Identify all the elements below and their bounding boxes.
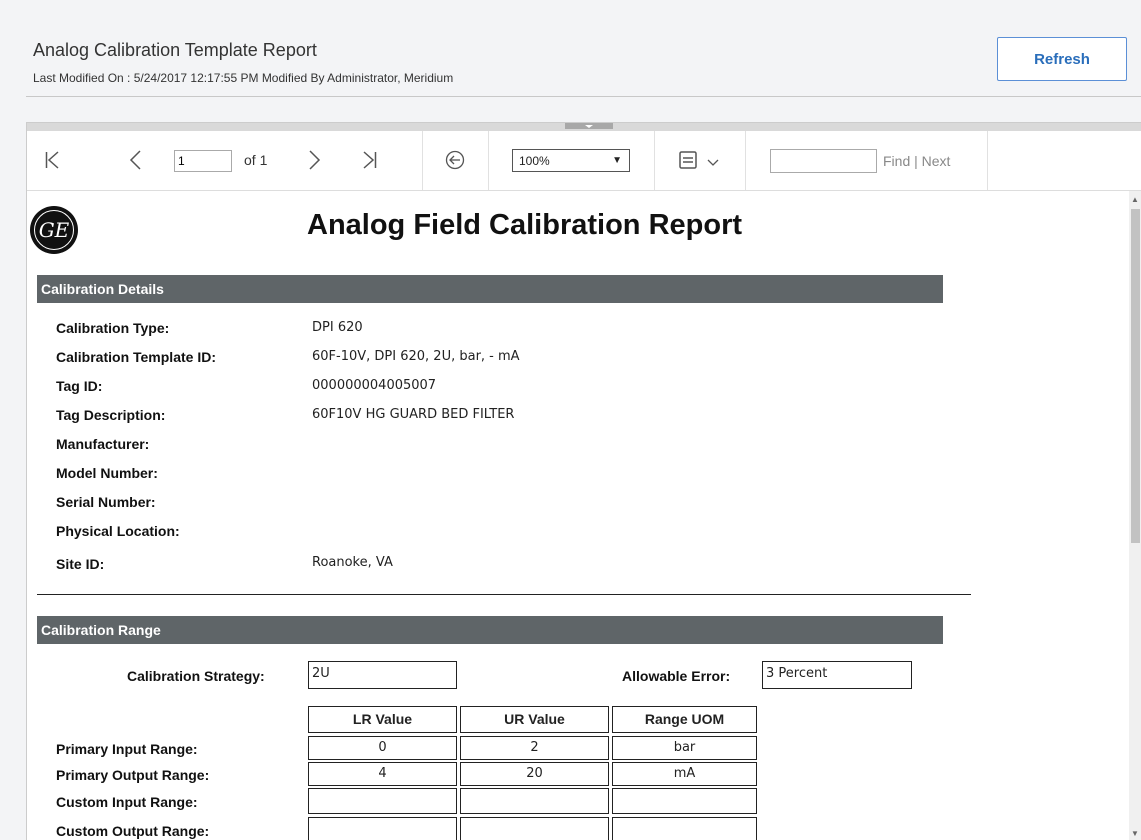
detail-label: Manufacturer: — [56, 436, 150, 452]
refresh-button[interactable]: Refresh — [997, 37, 1127, 81]
allowable-error-value: 3 Percent — [762, 661, 912, 689]
column-header: UR Value — [460, 706, 609, 733]
find-link[interactable]: Find — [883, 153, 910, 169]
detail-label: Physical Location: — [56, 523, 180, 539]
find-separator: | — [914, 153, 918, 169]
dropdown-arrow-icon: ▼ — [612, 155, 622, 166]
detail-label: Site ID: — [56, 556, 105, 572]
toolbar-separator — [422, 131, 423, 190]
range-row-label: Custom Input Range: — [56, 794, 198, 810]
range-cell — [308, 817, 457, 840]
range-cell: 20 — [460, 762, 609, 786]
section-header-calibration-range: Calibration Range — [37, 616, 943, 644]
detail-value: 000000004005007 — [312, 378, 437, 393]
range-row-label: Primary Output Range: — [56, 767, 210, 783]
page-count-label: of 1 — [244, 152, 268, 168]
zoom-select[interactable]: 100% ▼ — [512, 149, 630, 172]
previous-page-icon[interactable] — [129, 150, 141, 170]
back-to-parent-icon[interactable] — [445, 150, 465, 170]
zoom-value: 100% — [519, 154, 550, 168]
calibration-strategy-label: Calibration Strategy: — [127, 668, 265, 684]
scrollbar-thumb[interactable] — [1131, 209, 1140, 543]
scroll-up-icon[interactable]: ▲ — [1131, 195, 1139, 204]
page-header: Analog Calibration Template Report Last … — [0, 0, 1141, 98]
column-header: LR Value — [308, 706, 457, 733]
range-cell — [460, 817, 609, 840]
range-cell — [460, 788, 609, 814]
toolbar-collapse-handle[interactable] — [565, 123, 613, 129]
chevron-down-icon[interactable] — [707, 159, 719, 167]
range-cell — [612, 817, 757, 840]
detail-value: DPI 620 — [312, 320, 363, 335]
last-page-icon[interactable] — [363, 151, 377, 169]
page-number-input[interactable] — [174, 150, 232, 172]
report-title: Analog Field Calibration Report — [307, 209, 743, 241]
detail-label: Tag Description: — [56, 407, 166, 423]
range-cell: 4 — [308, 762, 457, 786]
detail-label: Tag ID: — [56, 378, 103, 394]
ge-logo: GE — [30, 206, 78, 254]
last-modified-text: Last Modified On : 5/24/2017 12:17:55 PM… — [33, 71, 454, 85]
scroll-down-icon[interactable]: ▼ — [1131, 829, 1139, 838]
report-toolbar: of 1 100% ▼ Find — [27, 131, 1141, 191]
page-title: Analog Calibration Template Report — [33, 40, 317, 60]
next-page-icon[interactable] — [309, 150, 321, 170]
section-divider — [37, 594, 971, 595]
detail-label: Calibration Type: — [56, 320, 170, 336]
detail-value: Roanoke, VA — [312, 555, 393, 570]
detail-label: Serial Number: — [56, 494, 156, 510]
next-link[interactable]: Next — [922, 153, 951, 169]
range-cell: 2 — [460, 736, 609, 760]
detail-value: 60F-10V, DPI 620, 2U, bar, - mA — [312, 349, 520, 364]
section-header-calibration-details: Calibration Details — [37, 275, 943, 303]
toolbar-separator — [745, 131, 746, 190]
range-cell — [612, 788, 757, 814]
first-page-icon[interactable] — [45, 151, 59, 169]
find-input[interactable] — [770, 149, 877, 173]
header-divider — [26, 96, 1141, 97]
detail-label: Calibration Template ID: — [56, 349, 216, 365]
range-row-label: Primary Input Range: — [56, 741, 198, 757]
range-cell: bar — [612, 736, 757, 760]
toolbar-separator — [488, 131, 489, 190]
range-cell: mA — [612, 762, 757, 786]
report-viewer: of 1 100% ▼ Find — [26, 122, 1141, 840]
detail-value: 60F10V HG GUARD BED FILTER — [312, 407, 515, 422]
toolbar-separator — [987, 131, 988, 190]
calibration-strategy-value: 2U — [308, 661, 457, 689]
find-next-links: Find | Next — [883, 153, 950, 169]
column-header: Range UOM — [612, 706, 757, 733]
detail-label: Model Number: — [56, 465, 158, 481]
range-row-label: Custom Output Range: — [56, 823, 210, 839]
allowable-error-label: Allowable Error: — [622, 668, 731, 684]
report-page: GE Analog Field Calibration Report Calib… — [27, 191, 1127, 840]
range-cell: 0 — [308, 736, 457, 760]
toolbar-separator — [654, 131, 655, 190]
range-cell — [308, 788, 457, 814]
save-icon[interactable] — [679, 151, 699, 169]
